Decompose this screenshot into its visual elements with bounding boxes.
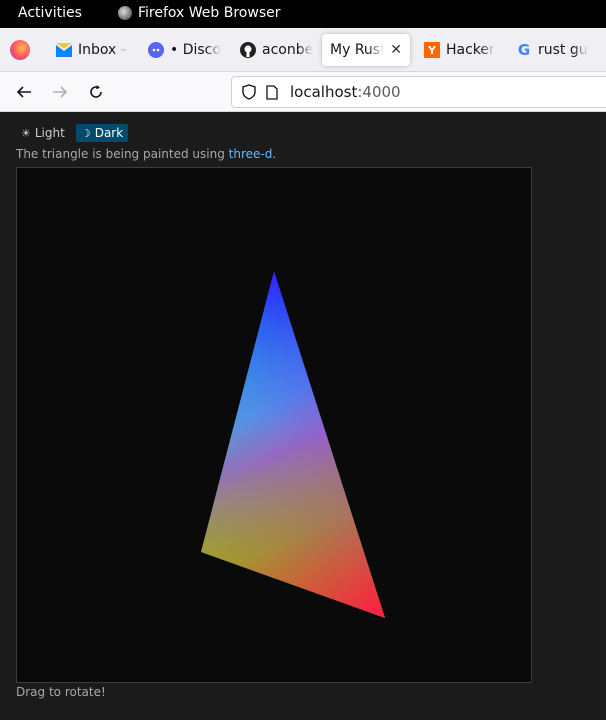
url-port: :4000: [357, 83, 401, 101]
back-button[interactable]: [12, 80, 36, 104]
reload-icon: [90, 85, 102, 98]
tab-github[interactable]: aconbe: [232, 34, 318, 66]
page-info-icon[interactable]: [266, 84, 278, 100]
url-host: localhost: [290, 83, 358, 101]
tab-discord[interactable]: • Disco: [140, 34, 226, 66]
tab-hacker-news[interactable]: Y Hacker: [416, 34, 502, 66]
mail-icon: [56, 42, 72, 58]
hackernews-icon: Y: [424, 42, 440, 58]
tab-google[interactable]: G rust gu: [508, 34, 594, 66]
light-theme-button[interactable]: ☀ Light: [16, 124, 70, 142]
app-name: Firefox Web Browser: [138, 5, 281, 21]
close-tab-icon[interactable]: ✕: [390, 42, 402, 58]
github-icon: [240, 42, 256, 58]
tab-label: Inbox –: [78, 42, 128, 58]
activities-button[interactable]: Activities: [18, 5, 82, 21]
triangle-red-overlay: [201, 271, 385, 618]
theme-switcher: ☀ Light ☽ Dark: [16, 124, 129, 142]
description-text: The triangle is being painted using thre…: [16, 147, 276, 161]
description-suffix: .: [272, 147, 277, 161]
system-top-bar: Activities Firefox Web Browser: [0, 0, 606, 28]
tab-label: My Rust: [330, 42, 385, 58]
description-prefix: The triangle is being painted using: [16, 147, 229, 161]
reload-button[interactable]: [84, 80, 108, 104]
forward-button[interactable]: [48, 80, 72, 104]
google-icon: G: [517, 41, 531, 59]
navigation-toolbar: localhost:4000: [0, 72, 606, 112]
app-menu[interactable]: Firefox Web Browser: [118, 5, 281, 21]
firefox-icon: [118, 6, 132, 20]
drag-hint: Drag to rotate!: [16, 685, 106, 699]
moon-icon: ☽: [80, 126, 91, 140]
tab-label: • Disco: [170, 42, 221, 58]
tab-label: aconbe: [262, 42, 314, 58]
render-canvas[interactable]: [16, 167, 532, 683]
tab-label: Hacker: [446, 42, 495, 58]
page-content: ☀ Light ☽ Dark The triangle is being pai…: [8, 117, 606, 720]
discord-icon: [148, 42, 164, 58]
url-bar[interactable]: localhost:4000: [231, 76, 606, 108]
tab-strip: Inbox – • Disco aconbe My Rust ✕ Y Hacke…: [0, 28, 606, 72]
tab-label: rust gu: [538, 42, 588, 58]
tab-my-rust[interactable]: My Rust ✕: [322, 34, 410, 66]
firefox-view-icon[interactable]: [10, 40, 30, 60]
tab-inbox[interactable]: Inbox –: [48, 34, 134, 66]
dark-theme-label: Dark: [94, 126, 124, 140]
sun-icon: ☀: [21, 126, 31, 140]
tracking-shield-icon[interactable]: [242, 84, 256, 100]
dark-theme-button[interactable]: ☽ Dark: [75, 124, 129, 142]
forward-arrow-icon: [53, 86, 68, 98]
back-arrow-icon: [16, 86, 31, 98]
light-theme-label: Light: [34, 126, 65, 140]
three-d-link[interactable]: three-d: [229, 147, 273, 161]
triangle-render: [201, 271, 385, 618]
